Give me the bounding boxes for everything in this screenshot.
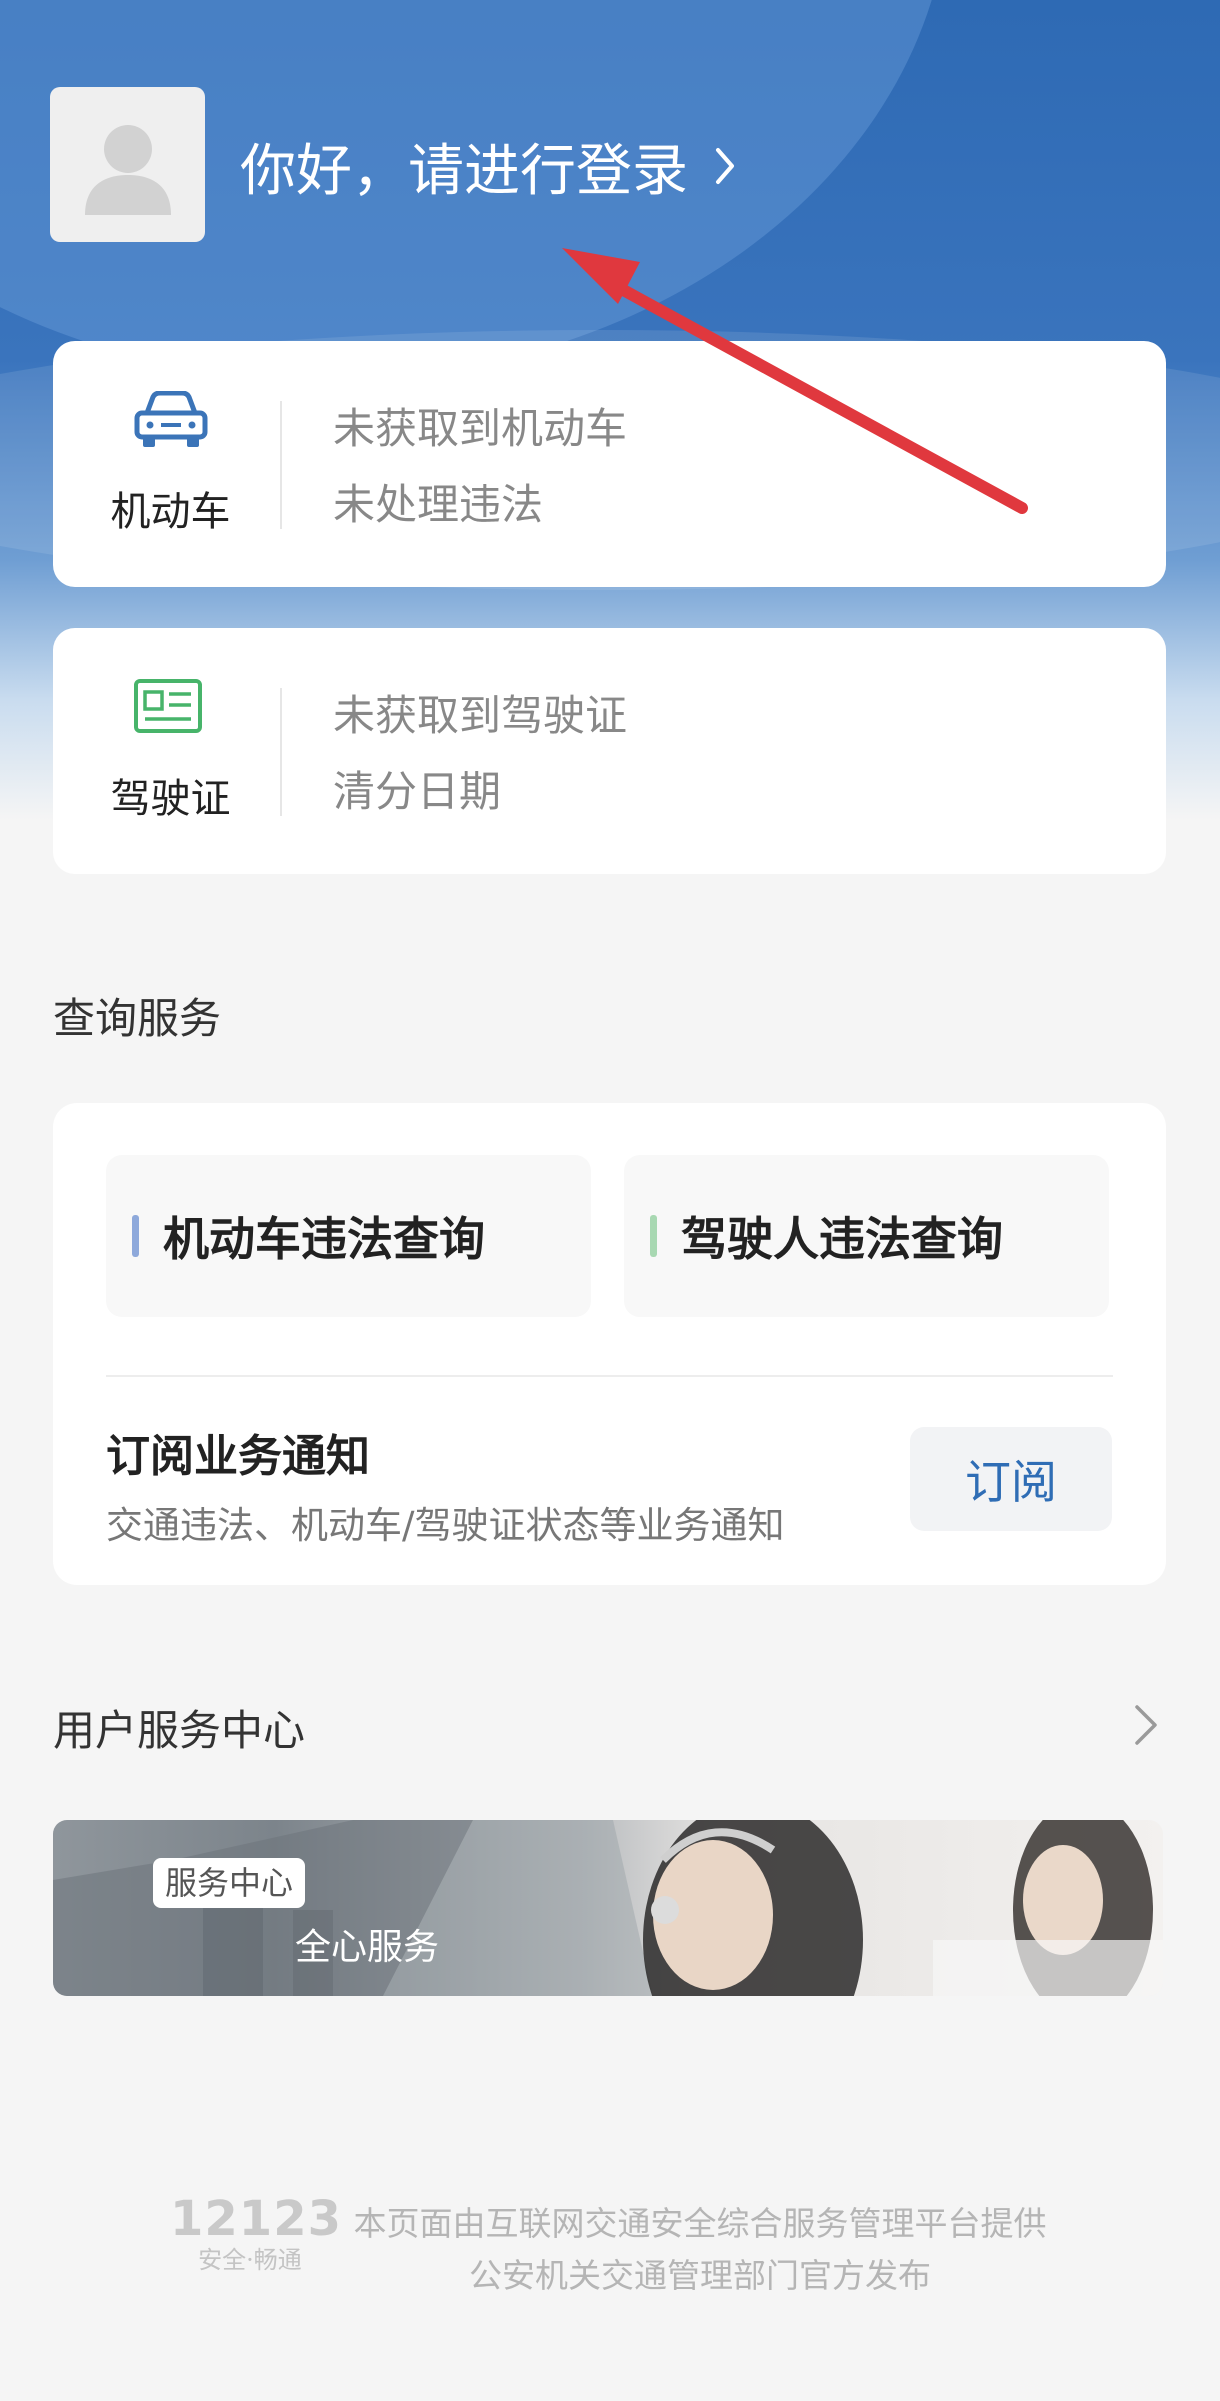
footer-text: 本页面由互联网交通安全综合服务管理平台提供 公安机关交通管理部门官方发布 xyxy=(350,2198,1050,2302)
login-link[interactable]: 你好，请进行登录 xyxy=(240,118,736,214)
vehicle-label: 机动车 xyxy=(110,489,231,535)
footer-line-2: 公安机关交通管理部门官方发布 xyxy=(469,2256,931,2295)
subscribe-description: 交通违法、机动车/驾驶证状态等业务通知 xyxy=(106,1504,785,1547)
car-icon xyxy=(133,390,209,453)
tile-label: 机动车违法查询 xyxy=(163,1212,485,1266)
card-divider xyxy=(280,688,282,816)
license-label: 驾驶证 xyxy=(110,776,231,822)
vehicle-violation-query-button[interactable]: 机动车违法查询 xyxy=(106,1155,591,1317)
vehicle-card[interactable]: 机动车 未获取到机动车 未处理违法 xyxy=(53,341,1166,587)
vehicle-status: 未获取到机动车 xyxy=(333,404,628,453)
id-card-icon xyxy=(133,678,203,738)
chevron-right-icon[interactable] xyxy=(1133,1703,1159,1751)
logo-number: 12123 xyxy=(170,2191,342,2247)
query-services-card: 机动车违法查询 驾驶人违法查询 订阅业务通知 交通违法、机动车/驾驶证状态等业务… xyxy=(53,1103,1166,1585)
avatar[interactable] xyxy=(50,87,205,242)
tile-label: 驾驶人违法查询 xyxy=(681,1212,1003,1266)
user-avatar-icon xyxy=(85,125,171,215)
tile-accent-bar xyxy=(650,1215,657,1257)
12123-logo: 12123 安全·畅通 xyxy=(170,2191,342,2275)
tile-accent-bar xyxy=(132,1215,139,1257)
card-divider xyxy=(280,401,282,529)
subscribe-title: 订阅业务通知 xyxy=(106,1431,370,1482)
service-center-banner[interactable]: 服务中心 全心服务 xyxy=(53,1820,1163,1996)
license-clear-date: 清分日期 xyxy=(333,767,502,816)
footer-line-1: 本页面由互联网交通安全综合服务管理平台提供 xyxy=(353,2204,1047,2243)
driver-violation-query-button[interactable]: 驾驶人违法查询 xyxy=(624,1155,1109,1317)
banner-tagline: 全心服务 xyxy=(295,1927,440,1968)
vehicle-violations: 未处理违法 xyxy=(333,480,544,529)
user-service-center-title[interactable]: 用户服务中心 xyxy=(53,1697,305,1758)
banner-tag: 服务中心 xyxy=(153,1858,306,1908)
license-card[interactable]: 驾驶证 未获取到驾驶证 清分日期 xyxy=(53,628,1166,874)
logo-motto: 安全·畅通 xyxy=(198,2246,302,2274)
query-services-title: 查询服务 xyxy=(53,994,222,1043)
login-text: 你好，请进行登录 xyxy=(240,138,688,204)
banner-photo xyxy=(53,1820,1163,1996)
chevron-right-icon xyxy=(714,146,736,186)
license-status: 未获取到驾驶证 xyxy=(333,691,628,740)
divider xyxy=(106,1375,1113,1377)
subscribe-button[interactable]: 订阅 xyxy=(910,1427,1112,1531)
